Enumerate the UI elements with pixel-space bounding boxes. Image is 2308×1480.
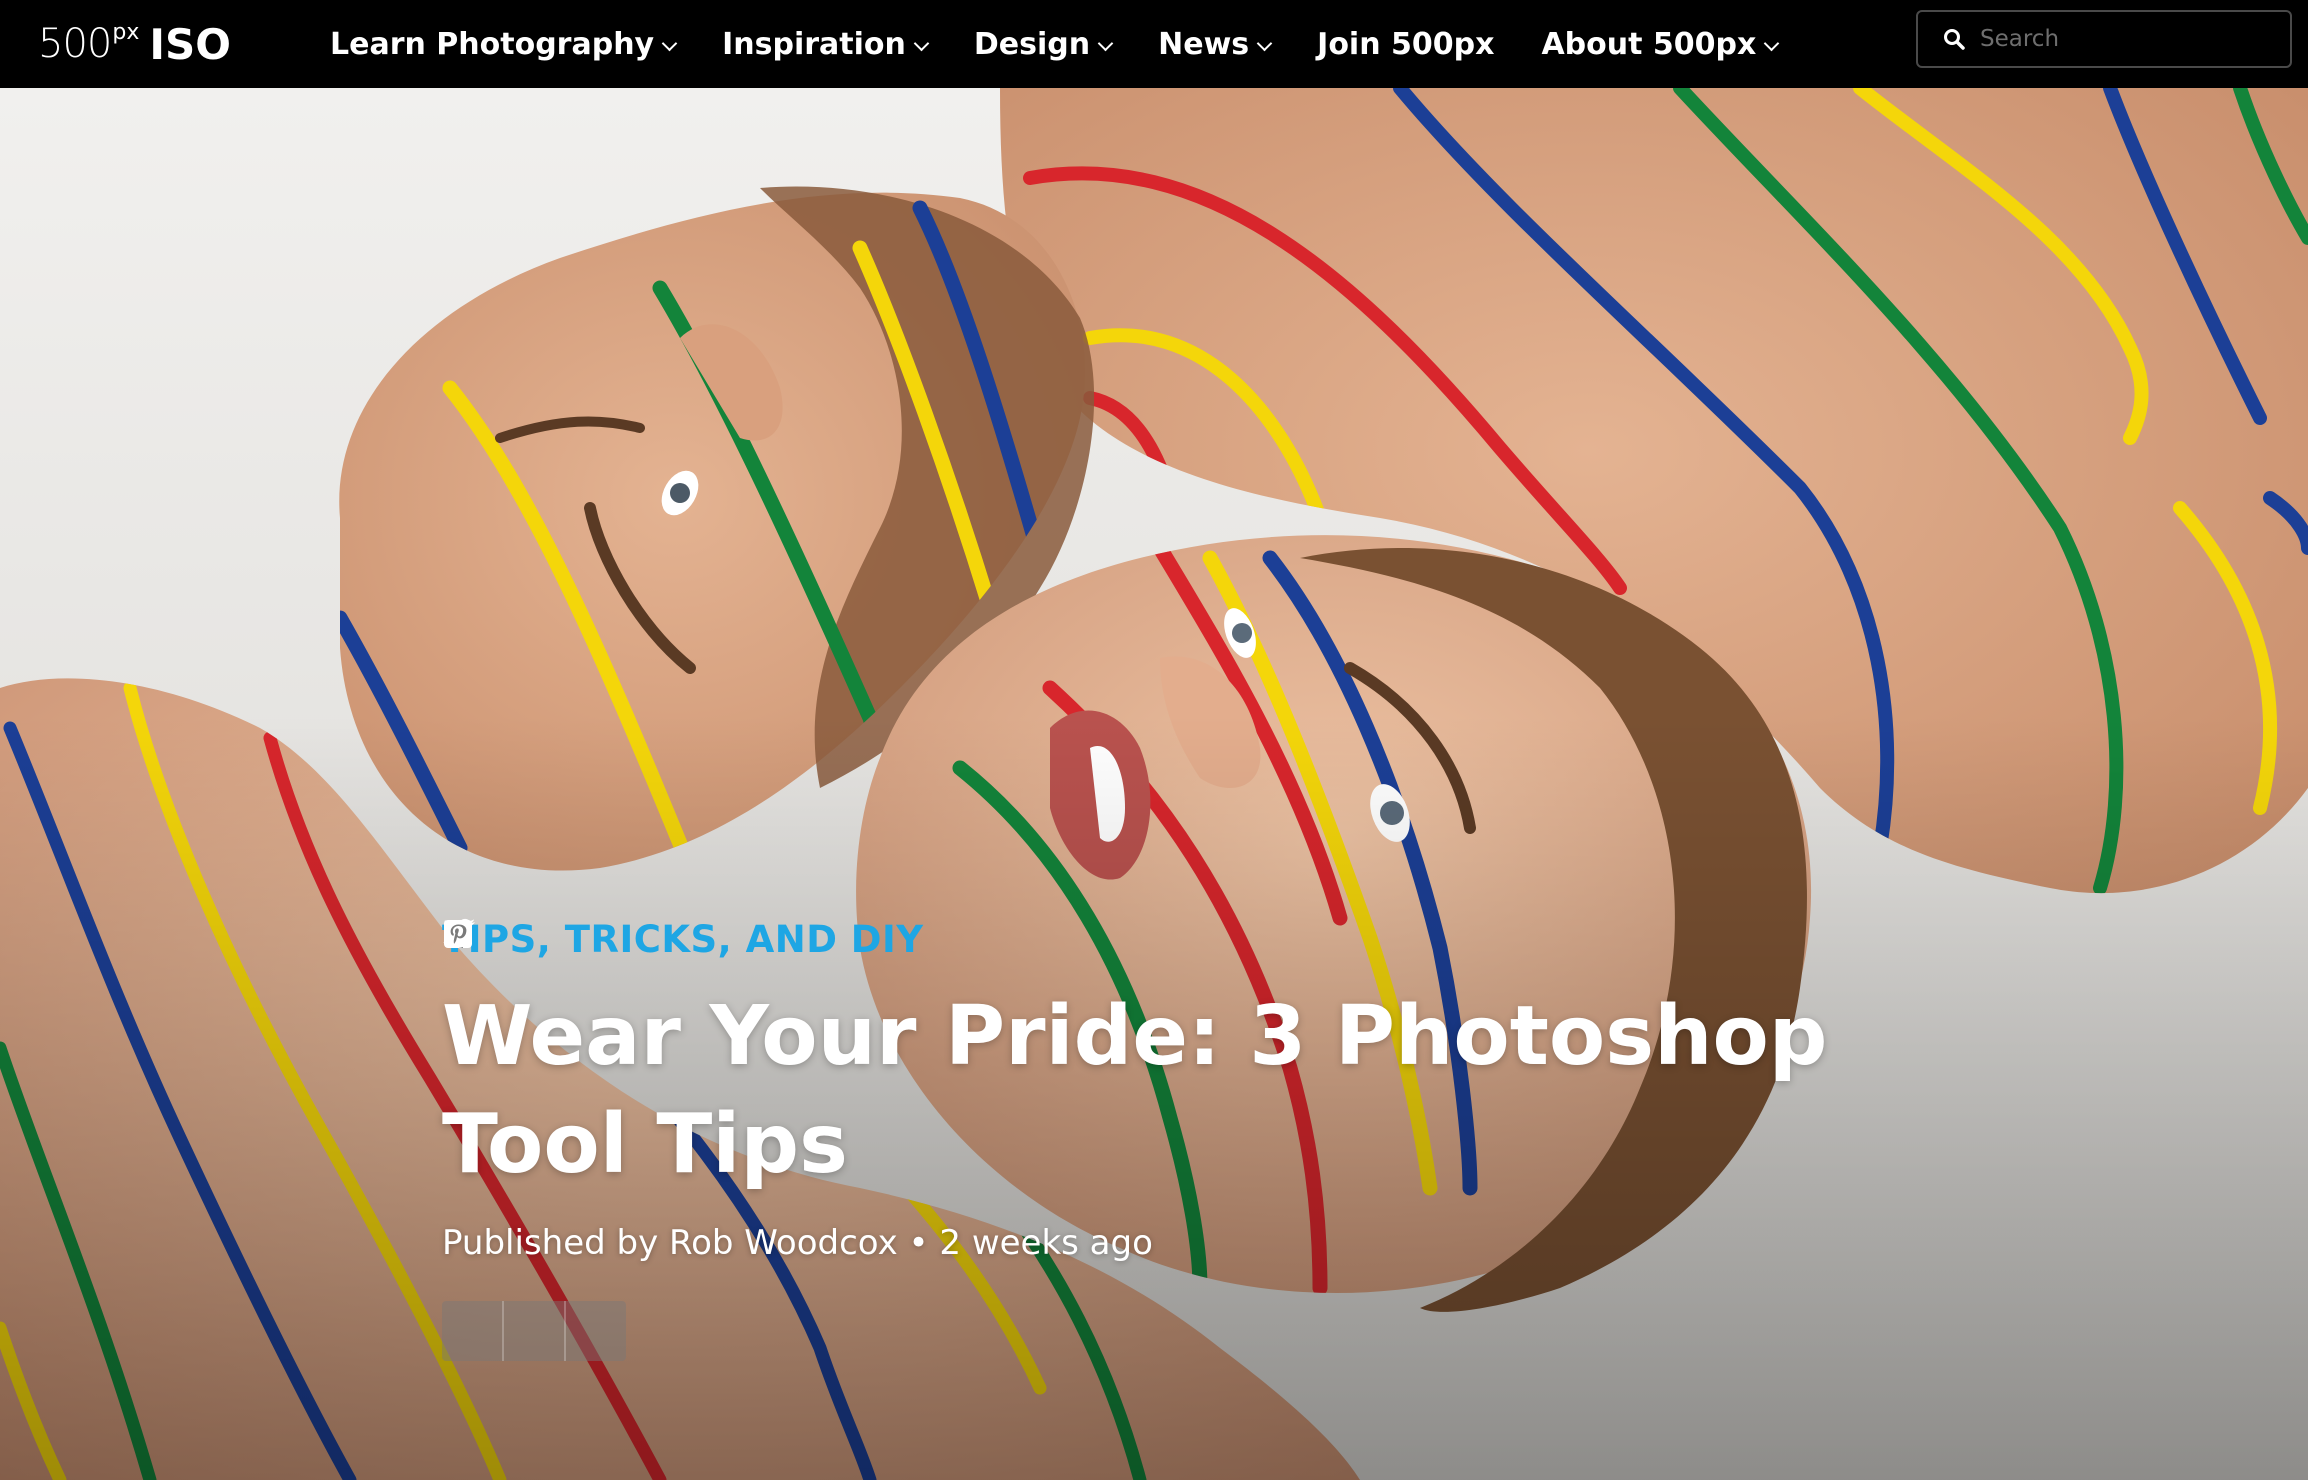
chevron-down-icon [913,35,930,51]
nav-item-label: Design [973,26,1091,62]
byline-prefix: Published by [442,1223,659,1263]
nav-item-design[interactable]: Design [973,26,1114,62]
logo-product: ISO [149,19,231,69]
byline-separator: • [908,1223,929,1263]
nav-item-inspiration[interactable]: Inspiration [722,26,930,62]
share-pinterest-button[interactable] [444,920,626,1361]
logo-brand-suffix: px [112,19,140,45]
nav-item-join-500px[interactable]: Join 500px [1317,27,1494,62]
share-facebook-button[interactable] [442,920,504,1361]
nav-item-label: Join 500px [1317,26,1495,62]
nav-item-learn-photography[interactable]: Learn Photography [330,26,678,62]
nav-item-label: News [1158,26,1250,62]
search-icon[interactable] [1934,19,1974,59]
pinterest-icon [444,920,472,948]
top-nav-bar: 500 px ISO Learn Photography Inspiration… [0,0,2308,88]
chevron-down-icon [1256,35,1273,51]
search-input[interactable] [1978,25,2272,53]
publish-date: 2 weeks ago [939,1223,1153,1263]
nav-item-about-500px[interactable]: About 500px [1541,26,1780,62]
search-box[interactable] [1916,10,2292,68]
site-logo[interactable]: 500 px ISO [38,14,231,74]
article-title: Wear Your Pride: 3 Photoshop Tool Tips [442,989,1828,1192]
chevron-down-icon [661,35,678,51]
nav-item-label: Inspiration [722,26,906,62]
nav-item-label: About 500px [1541,26,1757,62]
article-header: TIPS, TRICKS, AND DIY Wear Your Pride: 3… [442,918,1842,1361]
nav-item-label: Learn Photography [330,26,655,62]
nav-item-news[interactable]: News [1158,26,1273,62]
share-twitter-button[interactable] [442,918,566,1361]
main-nav: Learn Photography Inspiration Design New… [330,0,1824,88]
author-link[interactable]: Rob Woodcox [669,1223,898,1263]
logo-brand-number: 500 [38,21,112,67]
share-buttons [442,918,1842,1361]
chevron-down-icon [1764,35,1780,51]
hero-banner: TIPS, TRICKS, AND DIY Wear Your Pride: 3… [0,88,2308,1480]
article-category-link[interactable]: TIPS, TRICKS, AND DIY [442,918,924,961]
chevron-down-icon [1097,35,1114,51]
article-byline: Published by Rob Woodcox • 2 weeks ago [442,1223,1842,1263]
